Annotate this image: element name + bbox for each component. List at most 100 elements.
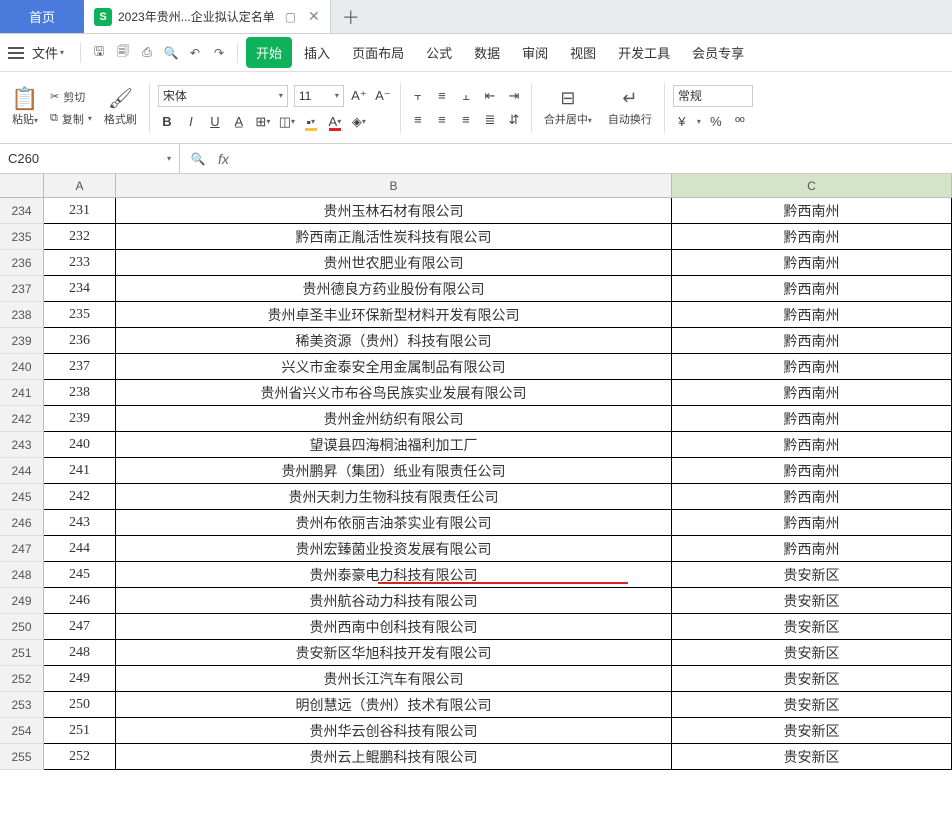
increase-indent-icon[interactable]: ⇥	[505, 87, 523, 105]
row-header[interactable]: 246	[0, 510, 44, 536]
row-header[interactable]: 249	[0, 588, 44, 614]
format-painter-icon[interactable]: 🖌	[110, 89, 130, 109]
cell-c[interactable]: 贵安新区	[672, 640, 952, 666]
menu-tab-2[interactable]: 页面布局	[342, 37, 414, 68]
col-header-a[interactable]: A	[44, 174, 116, 198]
file-menu[interactable]: 文件▾	[32, 43, 64, 62]
row-header[interactable]: 247	[0, 536, 44, 562]
row-header[interactable]: 241	[0, 380, 44, 406]
cell-a[interactable]: 238	[44, 380, 116, 406]
cell-b[interactable]: 贵州金州纺织有限公司	[116, 406, 672, 432]
cell-b[interactable]: 贵州泰豪电力科技有限公司	[116, 562, 672, 588]
row-header[interactable]: 248	[0, 562, 44, 588]
row-header[interactable]: 236	[0, 250, 44, 276]
row-header[interactable]: 244	[0, 458, 44, 484]
cell-b[interactable]: 贵州卓圣丰业环保新型材料开发有限公司	[116, 302, 672, 328]
cell-c[interactable]: 黔西南州	[672, 198, 952, 224]
cell-b[interactable]: 贵州天刺力生物科技有限责任公司	[116, 484, 672, 510]
cell-a[interactable]: 243	[44, 510, 116, 536]
cell-b[interactable]: 贵州航谷动力科技有限公司	[116, 588, 672, 614]
menu-tab-1[interactable]: 插入	[294, 37, 340, 68]
cell-style-icon[interactable]: ◫▾	[278, 113, 296, 131]
row-header[interactable]: 250	[0, 614, 44, 640]
row-header[interactable]: 245	[0, 484, 44, 510]
wrap-text-label[interactable]: 自动换行	[608, 111, 652, 127]
cell-a[interactable]: 252	[44, 744, 116, 770]
print-icon[interactable]: ⎙	[137, 43, 157, 63]
cell-b[interactable]: 贵州省兴义市布谷鸟民族实业发展有限公司	[116, 380, 672, 406]
row-header[interactable]: 251	[0, 640, 44, 666]
menu-tab-5[interactable]: 审阅	[512, 37, 558, 68]
row-header[interactable]: 255	[0, 744, 44, 770]
cell-a[interactable]: 248	[44, 640, 116, 666]
cell-a[interactable]: 242	[44, 484, 116, 510]
cell-a[interactable]: 239	[44, 406, 116, 432]
menu-tab-4[interactable]: 数据	[464, 37, 510, 68]
fill-color-icon[interactable]: 🞍▾	[302, 113, 320, 131]
decrease-indent-icon[interactable]: ⇤	[481, 87, 499, 105]
formula-input-area[interactable]: 🔍 fx	[180, 149, 952, 169]
row-header[interactable]: 252	[0, 666, 44, 692]
cell-a[interactable]: 251	[44, 718, 116, 744]
cell-b[interactable]: 贵州华云创谷科技有限公司	[116, 718, 672, 744]
cell-a[interactable]: 249	[44, 666, 116, 692]
cell-a[interactable]: 250	[44, 692, 116, 718]
comma-style-icon[interactable]: ºº	[731, 113, 749, 131]
increase-font-icon[interactable]: A⁺	[350, 87, 368, 105]
cell-b[interactable]: 贵州玉林石材有限公司	[116, 198, 672, 224]
cell-c[interactable]: 贵安新区	[672, 692, 952, 718]
align-top-icon[interactable]: ⫟	[409, 87, 427, 105]
cell-c[interactable]: 黔西南州	[672, 354, 952, 380]
cell-c[interactable]: 黔西南州	[672, 458, 952, 484]
cell-a[interactable]: 241	[44, 458, 116, 484]
cell-c[interactable]: 黔西南州	[672, 380, 952, 406]
cell-c[interactable]: 贵安新区	[672, 666, 952, 692]
menu-tab-8[interactable]: 会员专享	[682, 37, 754, 68]
cell-a[interactable]: 234	[44, 276, 116, 302]
search-icon[interactable]: 🔍	[188, 149, 208, 169]
cell-c[interactable]: 黔西南州	[672, 406, 952, 432]
cell-b[interactable]: 贵安新区华旭科技开发有限公司	[116, 640, 672, 666]
cell-c[interactable]: 贵安新区	[672, 562, 952, 588]
cell-c[interactable]: 黔西南州	[672, 510, 952, 536]
clear-format-icon[interactable]: ◈▾	[350, 113, 368, 131]
cell-b[interactable]: 贵州宏臻菌业投资发展有限公司	[116, 536, 672, 562]
cell-b[interactable]: 黔西南正胤活性炭科技有限公司	[116, 224, 672, 250]
cell-c[interactable]: 黔西南州	[672, 484, 952, 510]
merge-center-label[interactable]: 合并居中▾	[544, 111, 592, 127]
row-header[interactable]: 254	[0, 718, 44, 744]
italic-button[interactable]: I	[182, 113, 200, 131]
cell-a[interactable]: 236	[44, 328, 116, 354]
cell-a[interactable]: 247	[44, 614, 116, 640]
bold-button[interactable]: B	[158, 113, 176, 131]
cell-b[interactable]: 贵州世农肥业有限公司	[116, 250, 672, 276]
menu-tab-6[interactable]: 视图	[560, 37, 606, 68]
align-bottom-icon[interactable]: ⫠	[457, 87, 475, 105]
merge-cells-icon[interactable]: ⊟	[558, 89, 578, 109]
row-header[interactable]: 253	[0, 692, 44, 718]
window-restore-icon[interactable]: ▢	[285, 10, 296, 24]
row-header[interactable]: 234	[0, 198, 44, 224]
decrease-font-icon[interactable]: A⁻	[374, 87, 392, 105]
menu-tab-3[interactable]: 公式	[416, 37, 462, 68]
number-format-select[interactable]: 常规	[673, 85, 753, 107]
row-header[interactable]: 238	[0, 302, 44, 328]
cell-a[interactable]: 244	[44, 536, 116, 562]
cell-c[interactable]: 黔西南州	[672, 224, 952, 250]
cell-b[interactable]: 望谟县四海桐油福利加工厂	[116, 432, 672, 458]
new-tab-button[interactable]: ＋	[331, 0, 371, 33]
cell-c[interactable]: 黔西南州	[672, 250, 952, 276]
fx-icon[interactable]: fx	[218, 151, 229, 167]
currency-icon[interactable]: ¥	[673, 113, 691, 131]
row-header[interactable]: 235	[0, 224, 44, 250]
menu-tab-0[interactable]: 开始	[246, 37, 292, 68]
menu-tab-7[interactable]: 开发工具	[608, 37, 680, 68]
cut-button[interactable]: ✂剪切	[50, 89, 92, 105]
print-preview-icon[interactable]: 🔍	[161, 43, 181, 63]
cell-c[interactable]: 黔西南州	[672, 432, 952, 458]
home-tab[interactable]: 首页	[0, 0, 84, 33]
paste-icon[interactable]: 📋	[15, 89, 35, 109]
format-painter-label[interactable]: 格式刷	[104, 111, 137, 127]
col-header-b[interactable]: B	[116, 174, 672, 198]
cell-a[interactable]: 233	[44, 250, 116, 276]
